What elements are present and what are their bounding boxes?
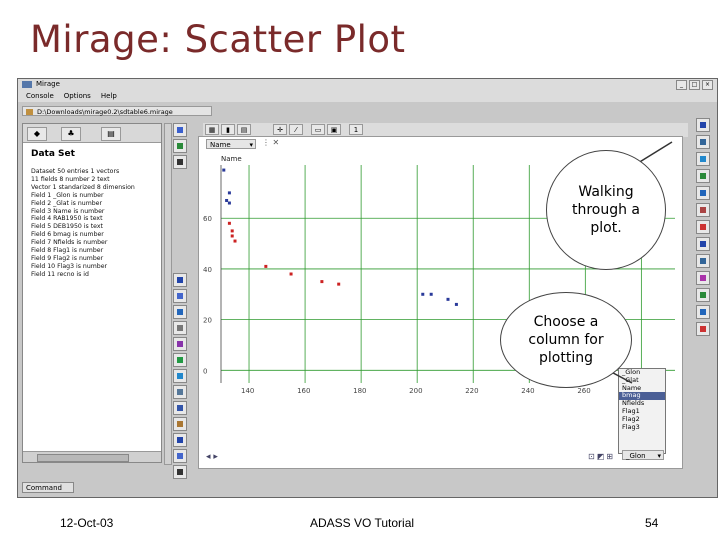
callout-walking: Walking through a plot.: [546, 150, 666, 270]
callout-pointers: [599, 141, 673, 384]
callout-choose-text: Choose a column for plotting: [528, 314, 604, 366]
callout-walking-text: Walking through a plot.: [571, 184, 641, 236]
footer-page-number: 54: [645, 516, 659, 530]
callout-choose: Choose a column for plotting: [500, 292, 632, 388]
footer-date: 12-Oct-03: [60, 516, 114, 530]
footer-title: ADASS VO Tutorial: [310, 516, 415, 530]
